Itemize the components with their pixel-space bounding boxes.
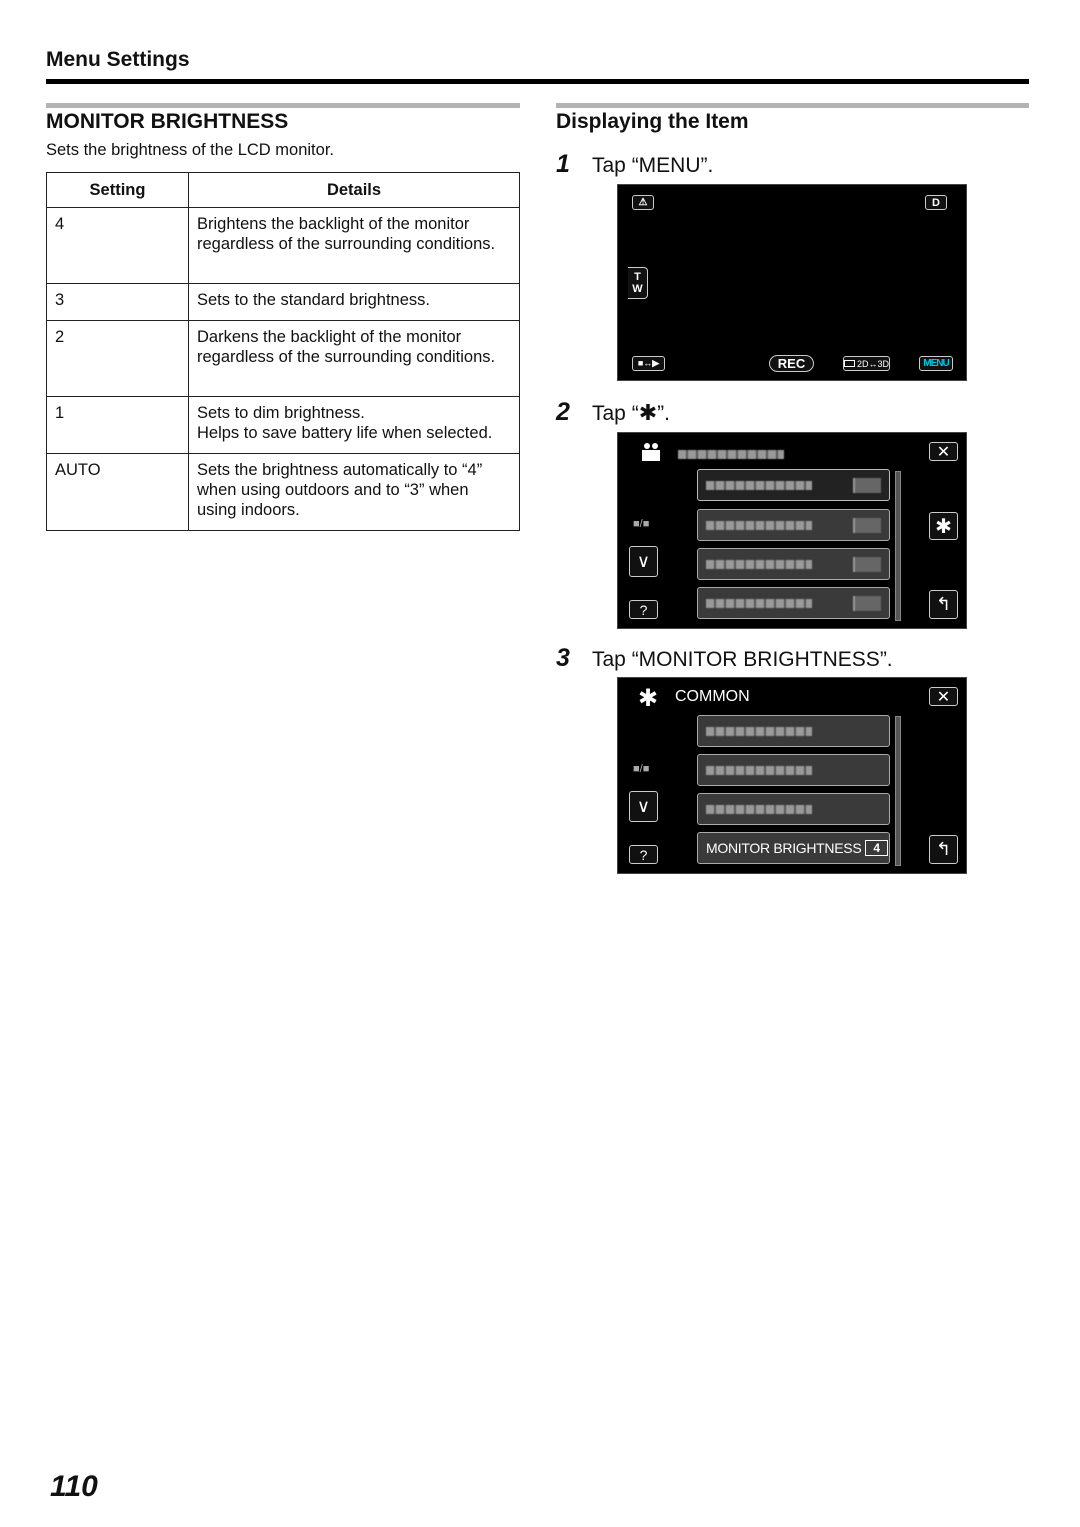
procedure-heading: Displaying the Item: [556, 110, 749, 133]
camera-screen-common: ✱ COMMON ✕ MONITOR BRIGHTNESS 4 ■/■ ∨ ? …: [617, 677, 967, 874]
chevron-down-icon: ∨: [636, 796, 651, 816]
display-icon: [844, 360, 855, 367]
menu-item[interactable]: [697, 793, 890, 825]
menu-item[interactable]: [697, 754, 890, 786]
step-2: 2 Tap “✱”.: [556, 398, 670, 427]
gear-icon: ✱: [935, 515, 952, 538]
settings-table: Setting Details 4 Brightens the backligh…: [46, 172, 520, 531]
setting-details: Darkens the backlight of the monitor reg…: [188, 320, 520, 397]
menu-button[interactable]: MENU: [919, 356, 953, 371]
step-text: Tap “MONITOR BRIGHTNESS”.: [592, 648, 893, 671]
setting-details: Sets to the standard brightness.: [188, 283, 520, 321]
details-line: Helps to save battery life when selected…: [197, 424, 493, 442]
step-text-after: ”.: [657, 402, 670, 425]
table-header-row: Setting Details: [46, 172, 520, 208]
setting-heading: MONITOR BRIGHTNESS: [46, 110, 289, 133]
step-3: 3 Tap “MONITOR BRIGHTNESS”.: [556, 644, 893, 673]
setting-description: Sets the brightness of the LCD monitor.: [46, 141, 334, 159]
section-rule: [46, 79, 1029, 84]
setting-details: Brightens the backlight of the monitor r…: [188, 207, 520, 284]
setting-value: 2: [46, 320, 189, 397]
table-row: 2 Darkens the backlight of the monitor r…: [46, 320, 520, 397]
help-button[interactable]: ?: [629, 845, 658, 864]
2d-3d-button[interactable]: 2D↔3D: [843, 356, 890, 371]
scrollbar[interactable]: [895, 471, 901, 621]
heading-rule: [556, 103, 1029, 108]
close-button[interactable]: ✕: [929, 442, 958, 461]
menu-item[interactable]: [697, 587, 890, 619]
step-number: 3: [556, 644, 570, 672]
menu-item[interactable]: [697, 715, 890, 747]
zoom-w-label: W: [632, 283, 643, 295]
step-text: Tap “MENU”.: [592, 154, 714, 177]
step-number: 1: [556, 150, 570, 178]
step-number: 2: [556, 398, 570, 426]
menu-title: COMMON: [675, 688, 750, 705]
step-text-before: Tap “: [592, 402, 639, 425]
gear-icon: ✱: [638, 685, 659, 712]
question-icon: ?: [639, 846, 648, 863]
video-camera-icon: [640, 443, 666, 463]
table-row: 1 Sets to dim brightness. Helps to save …: [46, 396, 520, 454]
column-header-setting: Setting: [46, 172, 189, 208]
rec-button[interactable]: REC: [769, 355, 814, 372]
scroll-down-button[interactable]: ∨: [629, 791, 658, 822]
zoom-t-label: T: [634, 271, 641, 283]
chevron-down-icon: ∨: [636, 551, 651, 571]
close-icon: ✕: [936, 688, 951, 706]
page-indicator: ■/■: [633, 763, 650, 775]
table-row: 3 Sets to the standard brightness.: [46, 283, 520, 321]
details-line: Sets to dim brightness.: [197, 404, 365, 422]
close-icon: ✕: [936, 443, 951, 461]
help-button[interactable]: ?: [629, 600, 658, 619]
menu-item-label: MONITOR BRIGHTNESS: [706, 840, 862, 856]
close-button[interactable]: ✕: [929, 687, 958, 706]
page-indicator: ■/■: [633, 518, 650, 530]
back-button[interactable]: ↰: [929, 835, 958, 864]
page-number: 110: [50, 1470, 98, 1503]
zoom-tw-button[interactable]: T W: [628, 267, 648, 299]
return-arrow-icon: ↰: [935, 594, 952, 614]
menu-item-value: 4: [865, 840, 888, 856]
setting-value: 4: [46, 207, 189, 284]
column-header-details: Details: [188, 172, 520, 208]
question-icon: ?: [639, 601, 648, 618]
return-arrow-icon: ↰: [935, 839, 952, 859]
menu-item[interactable]: [697, 509, 890, 541]
gear-icon: ✱: [638, 400, 658, 425]
menu-item-monitor-brightness[interactable]: MONITOR BRIGHTNESS 4: [697, 832, 890, 864]
setting-value: 3: [46, 283, 189, 321]
camera-screen-menu: ✕ ■/■ ∨ ? ✱ ↰: [617, 432, 967, 629]
section-title: Menu Settings: [46, 48, 190, 71]
menu-item[interactable]: [697, 548, 890, 580]
setting-value: 1: [46, 396, 189, 454]
setting-details: Sets the brightness automatically to “4”…: [188, 453, 520, 531]
menu-title-blurred: [678, 446, 784, 464]
table-row: 4 Brightens the backlight of the monitor…: [46, 207, 520, 284]
camera-screen-record: ⚠ D T W ■↔▶ REC 2D↔3D MENU: [617, 184, 967, 381]
warning-icon[interactable]: ⚠: [632, 195, 654, 210]
2d-3d-label: 2D↔3D: [856, 358, 889, 369]
setting-details: Sets to dim brightness. Helps to save ba…: [188, 396, 520, 454]
menu-item[interactable]: [697, 469, 890, 501]
d-button[interactable]: D: [925, 195, 947, 210]
step-1: 1 Tap “MENU”.: [556, 150, 713, 179]
scroll-down-button[interactable]: ∨: [629, 546, 658, 577]
table-row: AUTO Sets the brightness automatically t…: [46, 453, 520, 531]
setting-value: AUTO: [46, 453, 189, 531]
record-play-toggle-icon[interactable]: ■↔▶: [632, 356, 665, 371]
scrollbar[interactable]: [895, 716, 901, 866]
settings-button[interactable]: ✱: [929, 512, 958, 540]
back-button[interactable]: ↰: [929, 590, 958, 619]
heading-rule: [46, 103, 520, 108]
